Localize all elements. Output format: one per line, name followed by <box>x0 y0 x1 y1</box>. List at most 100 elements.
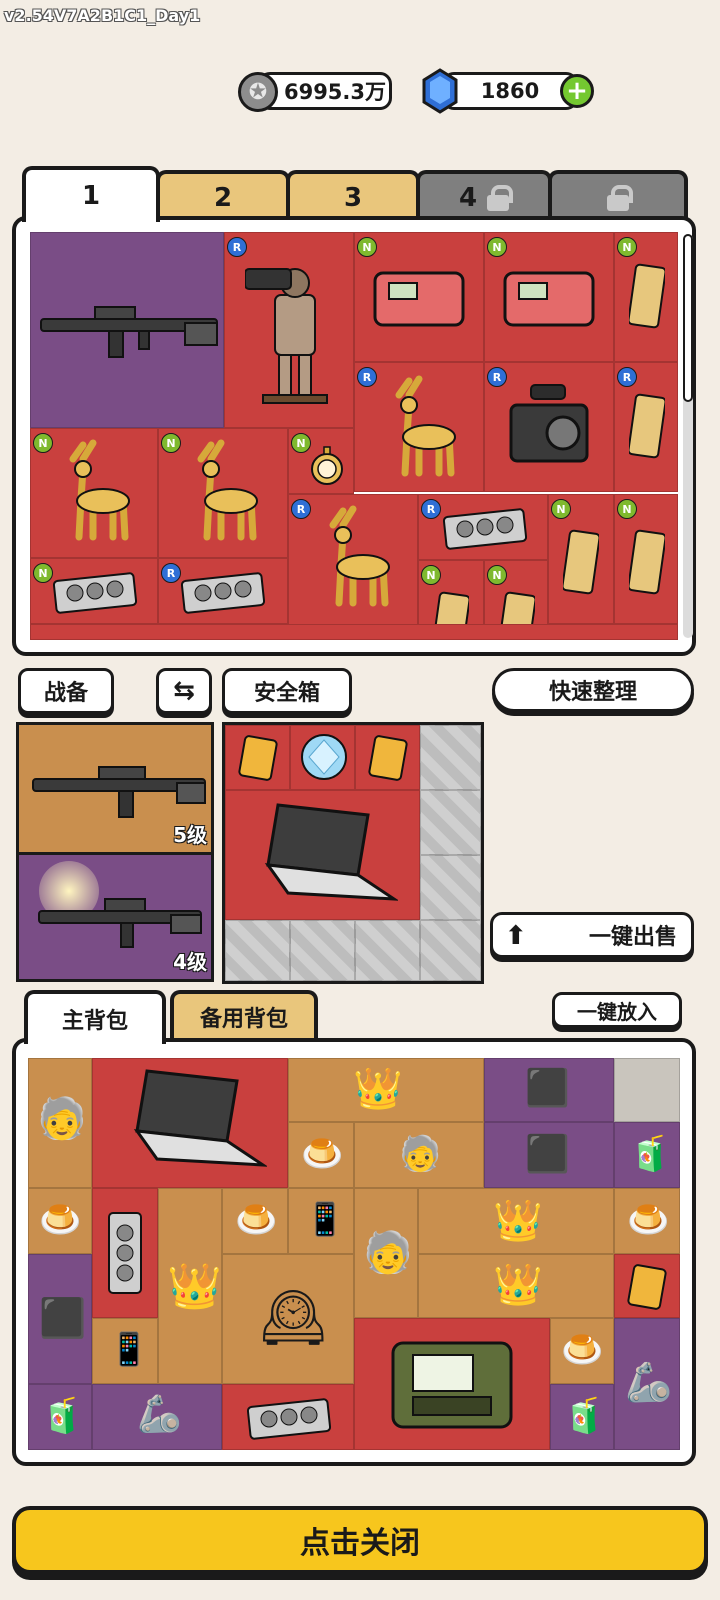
antique-clock-icon: 🕰 <box>259 1286 328 1349</box>
safe-slot-2[interactable] <box>290 725 355 790</box>
storage-slot-deer-4[interactable]: R <box>288 494 418 640</box>
gold-bar-icon <box>629 529 665 595</box>
rarity-badge: N <box>551 499 571 519</box>
bag-slot[interactable]: 🍮 <box>550 1318 614 1384</box>
golden-deer-statue-icon <box>69 439 130 541</box>
safe-slot-1[interactable] <box>225 725 290 790</box>
storage-slot-gpu-2[interactable]: N <box>30 558 158 624</box>
storage-slot-goldbar-4[interactable]: N <box>614 494 678 624</box>
bag-slot[interactable]: 👑 <box>158 1188 222 1384</box>
put-all-button[interactable]: 一键放入 <box>552 992 682 1028</box>
tab-storage-4[interactable]: 4 <box>416 170 552 222</box>
loadout-slot-secondary[interactable]: 4级 <box>16 852 214 982</box>
bag-slot[interactable] <box>92 1058 288 1188</box>
laptop-icon <box>133 1069 267 1167</box>
version-main: v2.54 <box>4 6 54 25</box>
storage-slot-deer[interactable]: R <box>354 362 484 492</box>
bag-slot[interactable]: 🍮 <box>614 1188 680 1254</box>
loadout-label: 战备 <box>43 681 88 706</box>
bag-slot[interactable]: 👑 <box>288 1058 484 1122</box>
silver-coin-icon: ✪ <box>238 72 278 112</box>
tab-label: 2 <box>213 183 233 213</box>
lock-icon <box>487 185 514 211</box>
storage-slot-deer-3[interactable]: N <box>158 428 288 558</box>
tab-storage-5[interactable] <box>548 170 688 222</box>
bag-slot[interactable]: 🧃 <box>28 1384 92 1450</box>
storage-slot-camera[interactable]: R <box>484 362 614 492</box>
storage-slot-rifle[interactable] <box>30 232 224 428</box>
bag-slot[interactable] <box>614 1254 680 1318</box>
safe-slot-3[interactable] <box>355 725 420 790</box>
bag-slot[interactable]: 🍮 <box>288 1122 354 1188</box>
storage-slot-deer-2[interactable]: N <box>30 428 158 558</box>
storage-slot-statue[interactable]: R <box>224 232 354 428</box>
bag-slot[interactable]: 🦾 <box>92 1384 222 1450</box>
bag-slot[interactable]: 👑 <box>418 1188 614 1254</box>
sell-all-button[interactable]: ⬆ 一键出售 <box>490 912 694 958</box>
plus-icon: + <box>566 76 588 106</box>
storage-grid: R N N N R R R N N N R R N N N R N N <box>30 232 678 640</box>
coin-value: 6995.3万 <box>283 80 387 104</box>
storage-slot-device-2[interactable]: N <box>484 232 614 362</box>
bag-slot[interactable]: 🦾 <box>614 1318 680 1450</box>
bag-slot[interactable]: ⬛ <box>484 1058 614 1122</box>
einstein-figurine-icon: 🧓 <box>399 1134 442 1174</box>
tab-storage-2[interactable]: 2 <box>156 170 290 222</box>
pudding-icon: 🍮 <box>627 1200 670 1240</box>
bag-slot[interactable] <box>222 1384 354 1450</box>
bag-slot[interactable]: 🕰 <box>222 1254 354 1384</box>
bag-slot[interactable] <box>354 1318 550 1450</box>
loadout-button[interactable]: 战备 <box>18 668 114 714</box>
robot-claw-icon: 🦾 <box>137 1394 182 1435</box>
quick-sort-button[interactable]: 快速整理 <box>492 668 694 712</box>
scrollbar-thumb[interactable] <box>683 234 693 402</box>
golden-deer-statue-icon <box>329 505 390 607</box>
safe-box-label: 安全箱 <box>253 681 320 706</box>
bag-slot[interactable]: 🧓 <box>354 1122 484 1188</box>
safe-box-button[interactable]: 安全箱 <box>222 668 352 714</box>
add-gems-button[interactable]: + <box>560 74 594 108</box>
game-console-icon: ⬛ <box>525 1068 570 1109</box>
bag-slot[interactable]: 🍮 <box>28 1188 92 1254</box>
bag-slot[interactable]: 🍮 <box>222 1188 288 1254</box>
tab-main-bag[interactable]: 主背包 <box>24 990 166 1044</box>
storage-slot-watch[interactable]: N <box>288 428 354 494</box>
storage-slot-goldbar[interactable]: N <box>614 232 678 362</box>
bag-slot[interactable]: 🧓 <box>28 1058 92 1188</box>
storage-slot-goldbar-2[interactable]: R <box>614 362 678 492</box>
bag-slot[interactable]: 📱 <box>288 1188 354 1254</box>
robot-claw-icon: 🦾 <box>625 1360 673 1404</box>
storage-slot-goldbar-3[interactable]: N <box>548 494 614 624</box>
safe-slot-laptop[interactable] <box>225 790 420 920</box>
storage-scrollbar[interactable] <box>683 234 693 638</box>
close-button[interactable]: 点击关闭 <box>12 1506 708 1574</box>
close-label: 点击关闭 <box>300 1526 420 1561</box>
camera-icon <box>509 384 589 463</box>
bag-slot[interactable]: 📱 <box>92 1318 158 1384</box>
weapon-level: 5级 <box>173 823 207 847</box>
rarity-badge: R <box>357 367 377 387</box>
swap-button[interactable]: ⇆ <box>156 668 212 714</box>
rarity-badge: N <box>617 237 637 257</box>
rarity-badge: N <box>33 563 53 583</box>
golden-crown-icon: 👑 <box>493 1198 543 1244</box>
bag-slot[interactable]: 👑 <box>418 1254 614 1318</box>
storage-slot-gpu[interactable]: R <box>418 494 548 560</box>
bag-slot[interactable]: ⬛ <box>28 1254 92 1384</box>
bag-slot[interactable]: ⬛ <box>484 1122 614 1188</box>
loadout-slot-primary[interactable]: 5级 <box>16 722 214 852</box>
golden-crown-icon: 👑 <box>353 1066 403 1112</box>
bag-slot[interactable]: 🧃 <box>550 1384 614 1450</box>
storage-slot-device[interactable]: N <box>354 232 484 362</box>
tab-storage-3[interactable]: 3 <box>286 170 420 222</box>
rarity-badge: R <box>291 499 311 519</box>
coin-balance: 6995.3万 <box>258 72 392 110</box>
storage-slot-gpu-3[interactable]: R <box>158 558 288 624</box>
bag-slot[interactable]: 🧓 <box>354 1188 418 1318</box>
tab-backup-bag[interactable]: 备用背包 <box>170 990 318 1040</box>
bag-slot[interactable]: 🧃 <box>614 1122 680 1188</box>
bag-slot[interactable] <box>92 1188 158 1318</box>
gold-bar-icon <box>629 393 665 459</box>
tab-storage-1[interactable]: 1 <box>22 166 160 222</box>
bag-slot-empty[interactable] <box>614 1058 680 1122</box>
